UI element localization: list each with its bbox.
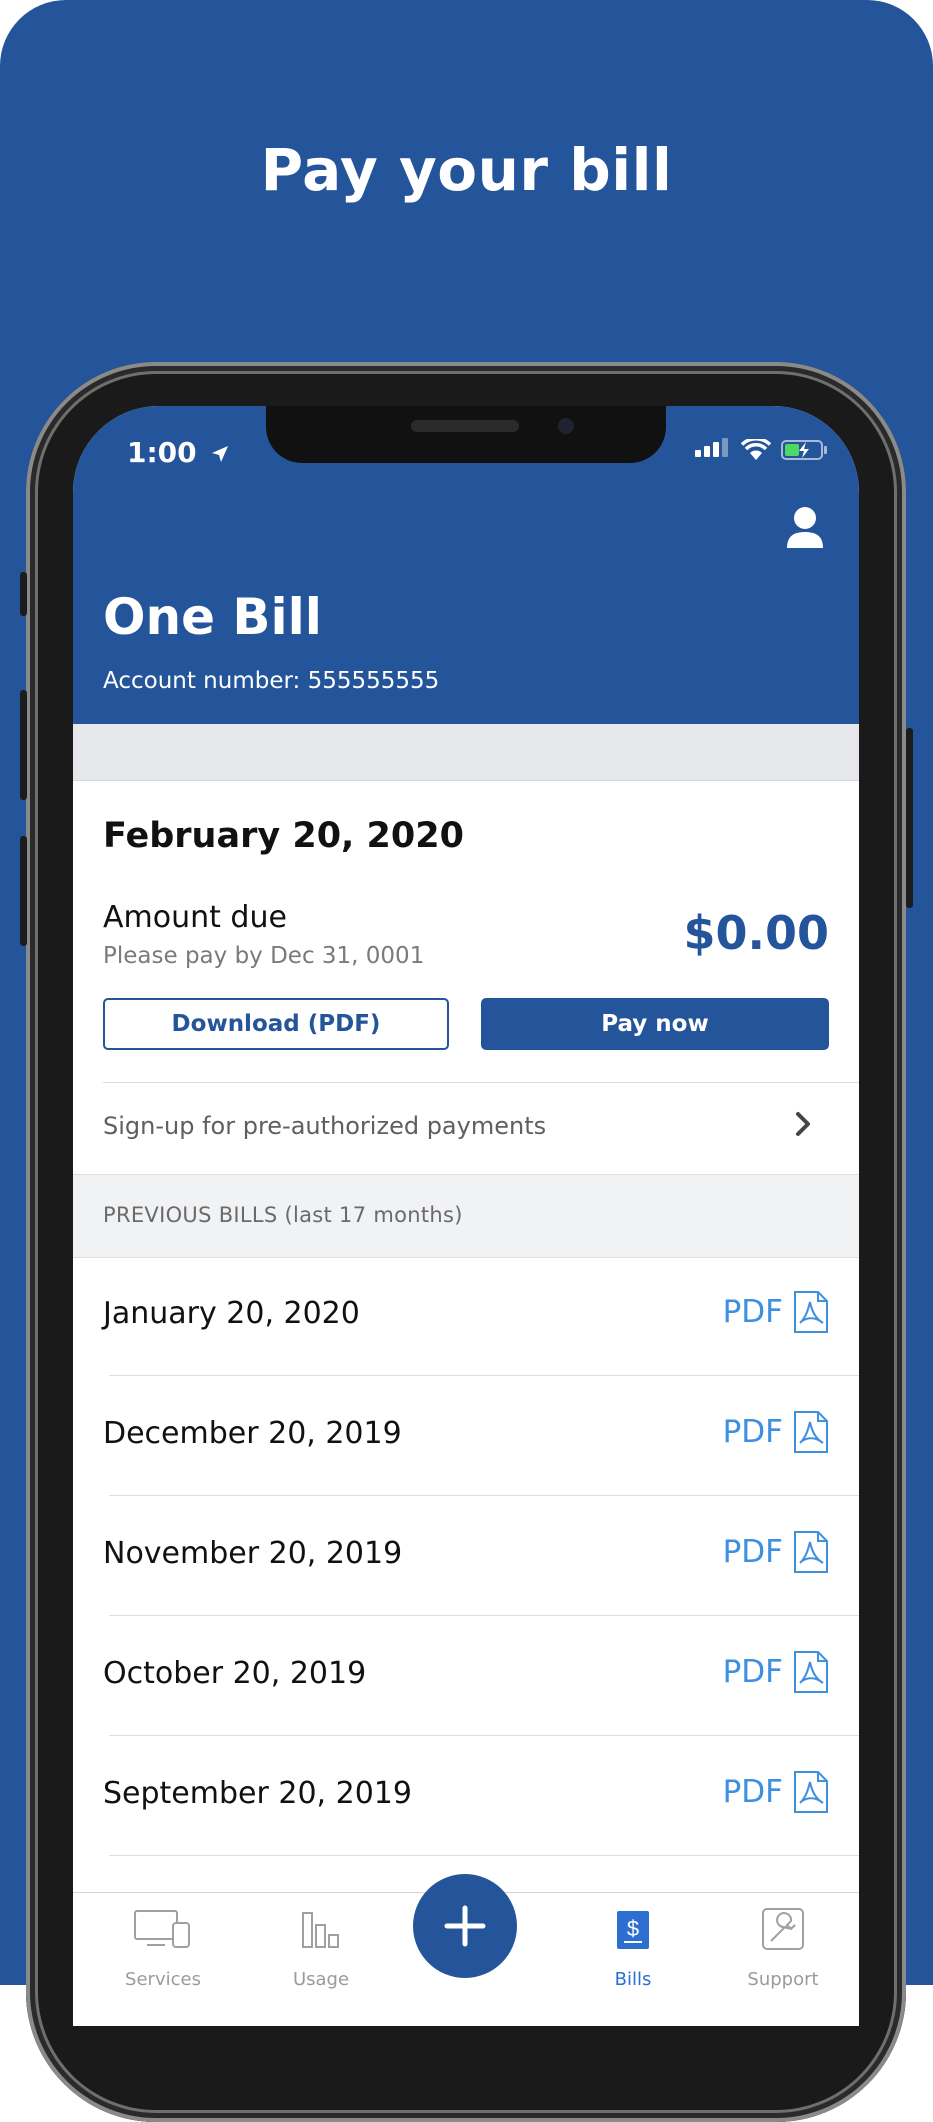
phone-notch (266, 406, 666, 463)
current-bill-date: February 20, 2020 (103, 816, 464, 856)
amount-due-label: Amount due (103, 900, 287, 935)
row-divider (109, 1855, 859, 1856)
tab-label: Support (747, 1969, 819, 1990)
profile-icon[interactable] (785, 506, 825, 550)
pdf-label: PDF (722, 1534, 783, 1570)
wrench-icon (762, 1908, 804, 1950)
phone-power-button (906, 728, 913, 908)
bill-date: January 20, 2020 (103, 1296, 360, 1331)
bill-pdf-link[interactable]: PDF (723, 1530, 829, 1574)
status-icons (695, 438, 829, 461)
bill-row[interactable]: January 20, 2020 PDF (73, 1256, 859, 1376)
bar-chart-icon (302, 1912, 339, 1948)
bill-row[interactable]: November 20, 2019 PDF (73, 1496, 859, 1616)
bill-row[interactable]: December 20, 2019 PDF (73, 1376, 859, 1496)
phone-volume-down (20, 836, 27, 946)
bill-date: December 20, 2019 (103, 1416, 402, 1451)
phone-screen: 1:00 One Bill Account number: 555555555 … (73, 406, 859, 2026)
signal-icon (695, 438, 731, 461)
promo-headline: Pay your bill (260, 136, 673, 204)
add-fab-button[interactable] (413, 1874, 517, 1978)
pdf-file-icon (794, 1771, 828, 1813)
pdf-label: PDF (722, 1774, 783, 1810)
bill-date: October 20, 2019 (103, 1656, 367, 1691)
earpiece-speaker (411, 420, 519, 432)
amount-due-value: $0.00 (683, 906, 829, 960)
pay-now-button[interactable]: Pay now (481, 998, 829, 1050)
previous-bills-label: PREVIOUS BILLS (last 17 months) (103, 1203, 463, 1227)
page-title: One Bill (103, 588, 322, 646)
pdf-label: PDF (722, 1414, 783, 1450)
download-pdf-button[interactable]: Download (PDF) (103, 998, 449, 1050)
bill-pdf-link[interactable]: PDF (723, 1410, 829, 1454)
account-number: Account number: 555555555 (103, 668, 440, 694)
bill-date: September 20, 2019 (103, 1776, 412, 1811)
wifi-icon (741, 439, 771, 460)
tab-label: Bills (614, 1969, 652, 1990)
pdf-file-icon (794, 1291, 828, 1333)
tab-label: Usage (292, 1969, 350, 1990)
previous-bills-header: PREVIOUS BILLS (last 17 months) (73, 1174, 859, 1258)
bill-pdf-link[interactable]: PDF (723, 1290, 829, 1334)
preauth-label: Sign-up for pre-authorized payments (103, 1112, 547, 1140)
pdf-label: PDF (722, 1654, 783, 1690)
front-camera (558, 418, 574, 434)
phone-mute-switch (20, 572, 27, 616)
bill-row[interactable]: October 20, 2019 PDF (73, 1616, 859, 1736)
pay-by-date: Please pay by Dec 31, 0001 (103, 943, 425, 969)
pdf-file-icon (794, 1531, 828, 1573)
battery-charging-icon (781, 440, 827, 460)
pdf-file-icon (794, 1411, 828, 1453)
header-spacer (73, 724, 859, 781)
tab-label: Services (125, 1969, 201, 1990)
bill-pdf-link[interactable]: PDF (723, 1770, 829, 1814)
bill-row[interactable]: September 20, 2019 PDF (73, 1736, 859, 1856)
phone-volume-up (20, 690, 27, 800)
dollar-document-icon: $ (617, 1911, 649, 1949)
pdf-label: PDF (722, 1294, 783, 1330)
plus-icon (444, 1905, 486, 1947)
bill-date: November 20, 2019 (103, 1536, 403, 1571)
bill-pdf-link[interactable]: PDF (723, 1650, 829, 1694)
divider (103, 1082, 859, 1083)
chevron-right-icon (795, 1110, 811, 1145)
svg-text:$: $ (627, 1916, 639, 1941)
status-time: 1:00 (127, 436, 230, 469)
pdf-file-icon (794, 1651, 828, 1693)
devices-icon (134, 1910, 190, 1948)
location-arrow-icon (212, 446, 229, 462)
